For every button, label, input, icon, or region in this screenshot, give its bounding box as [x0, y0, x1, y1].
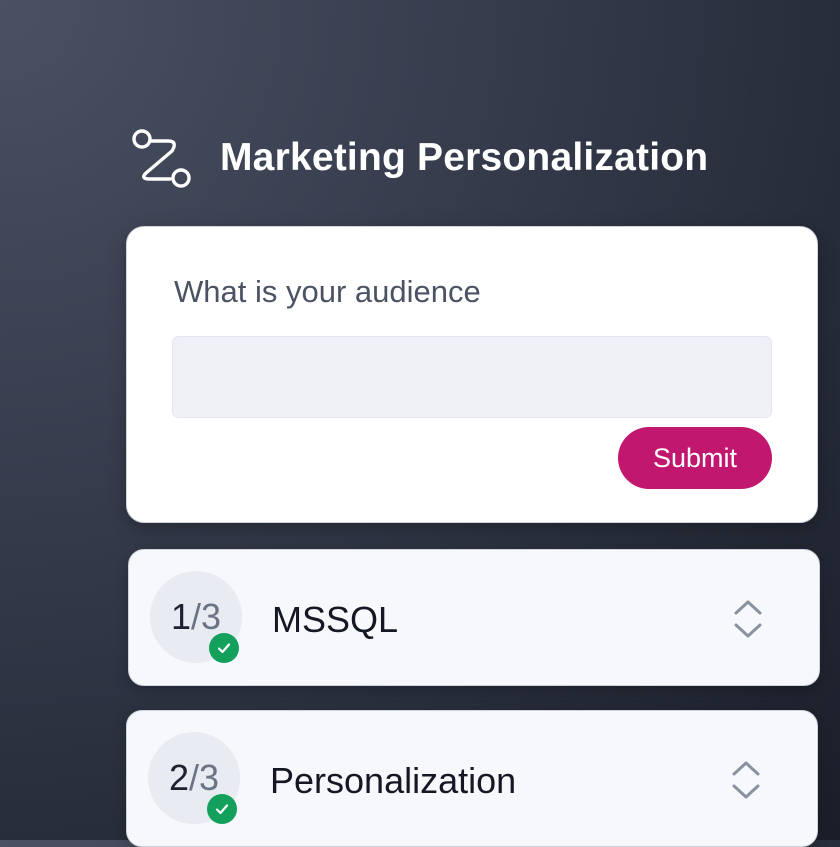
submit-button[interactable]: Submit: [618, 427, 772, 489]
route-icon: [132, 129, 191, 188]
check-icon: [209, 633, 239, 663]
step-total: 3: [201, 596, 222, 637]
check-icon: [207, 794, 237, 824]
expand-chevrons-icon[interactable]: [732, 599, 764, 639]
audience-input[interactable]: [172, 336, 772, 418]
app-header: Marketing Personalization: [130, 127, 708, 189]
step-current: 2: [168, 757, 189, 798]
step-label: Personalization: [270, 760, 517, 801]
expand-chevrons-icon[interactable]: [730, 760, 762, 800]
step-separator: /: [190, 596, 201, 637]
step-total: 3: [199, 757, 220, 798]
step-separator: /: [188, 757, 199, 798]
step-card-personalization[interactable]: 2/3 Personalization: [126, 710, 818, 847]
step-current: 1: [170, 596, 191, 637]
step-label: MSSQL: [272, 599, 399, 640]
step-card-mssql[interactable]: 1/3 MSSQL: [128, 549, 820, 686]
audience-form-card: What is your audience Submit: [126, 226, 818, 523]
page-title: Marketing Personalization: [220, 136, 709, 179]
audience-question: What is your audience: [174, 274, 481, 309]
